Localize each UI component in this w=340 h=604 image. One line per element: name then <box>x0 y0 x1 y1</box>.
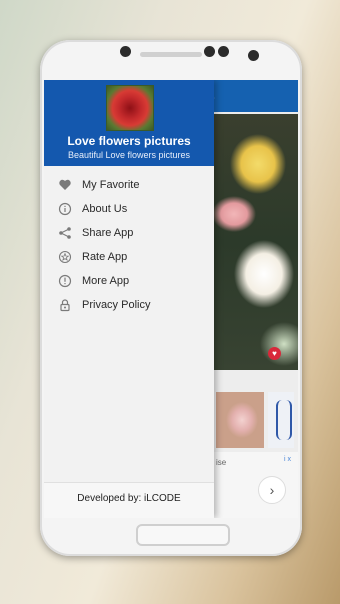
menu-item-label: Privacy Policy <box>82 299 151 311</box>
menu-item-about-us[interactable]: About Us <box>44 198 214 222</box>
drawer-title: Love flowers pictures <box>67 134 191 148</box>
app-logo <box>106 85 154 131</box>
share-icon <box>58 226 72 240</box>
home-button[interactable] <box>136 524 230 546</box>
menu-item-label: About Us <box>82 203 128 215</box>
phone-frame: s ♥ ise i x › Love flowers pictures Beau… <box>40 40 302 556</box>
menu-item-privacy-policy[interactable]: Privacy Policy <box>44 294 214 318</box>
sensor-left <box>204 46 215 57</box>
drawer-subtitle: Beautiful Love flowers pictures <box>67 150 191 160</box>
menu-item-more-app[interactable]: More App <box>44 270 214 294</box>
developer-credit: Developed by: iLCODE <box>77 493 181 504</box>
menu-item-label: More App <box>82 275 130 287</box>
heart-icon <box>58 178 72 192</box>
front-camera <box>120 46 131 57</box>
sensor-right <box>218 46 229 57</box>
ornament-decoration <box>276 400 292 440</box>
star-icon <box>58 250 72 264</box>
flower-photo[interactable] <box>214 114 298 370</box>
ad-info-icon[interactable]: i x <box>284 456 291 463</box>
menu-item-rate-app[interactable]: Rate App <box>44 246 214 270</box>
menu-item-label: Rate App <box>82 251 128 263</box>
screen: s ♥ ise i x › Love flowers pictures Beau… <box>44 80 298 518</box>
lock-icon <box>58 298 72 312</box>
thumbnail-image[interactable] <box>216 392 264 448</box>
drawer-header: Love flowers pictures Beautiful Love flo… <box>44 80 214 166</box>
menu-item-label: Share App <box>82 227 134 239</box>
ad-text: ise <box>216 458 227 467</box>
drawer-footer: Developed by: iLCODE <box>44 482 214 518</box>
navigation-drawer: Love flowers pictures Beautiful Love flo… <box>44 80 214 518</box>
menu-item-label: My Favorite <box>82 179 140 191</box>
favorite-heart-icon[interactable]: ♥ <box>268 347 281 360</box>
chevron-right-icon[interactable]: › <box>258 476 286 504</box>
info-icon <box>58 274 72 288</box>
menu-item-my-favorite[interactable]: My Favorite <box>44 174 214 198</box>
drawer-menu: My Favorite About Us Share App Rate App … <box>44 174 214 318</box>
info-icon <box>58 202 72 216</box>
proximity-sensor <box>248 50 259 61</box>
menu-item-share-app[interactable]: Share App <box>44 222 214 246</box>
speaker-grille <box>140 52 202 57</box>
